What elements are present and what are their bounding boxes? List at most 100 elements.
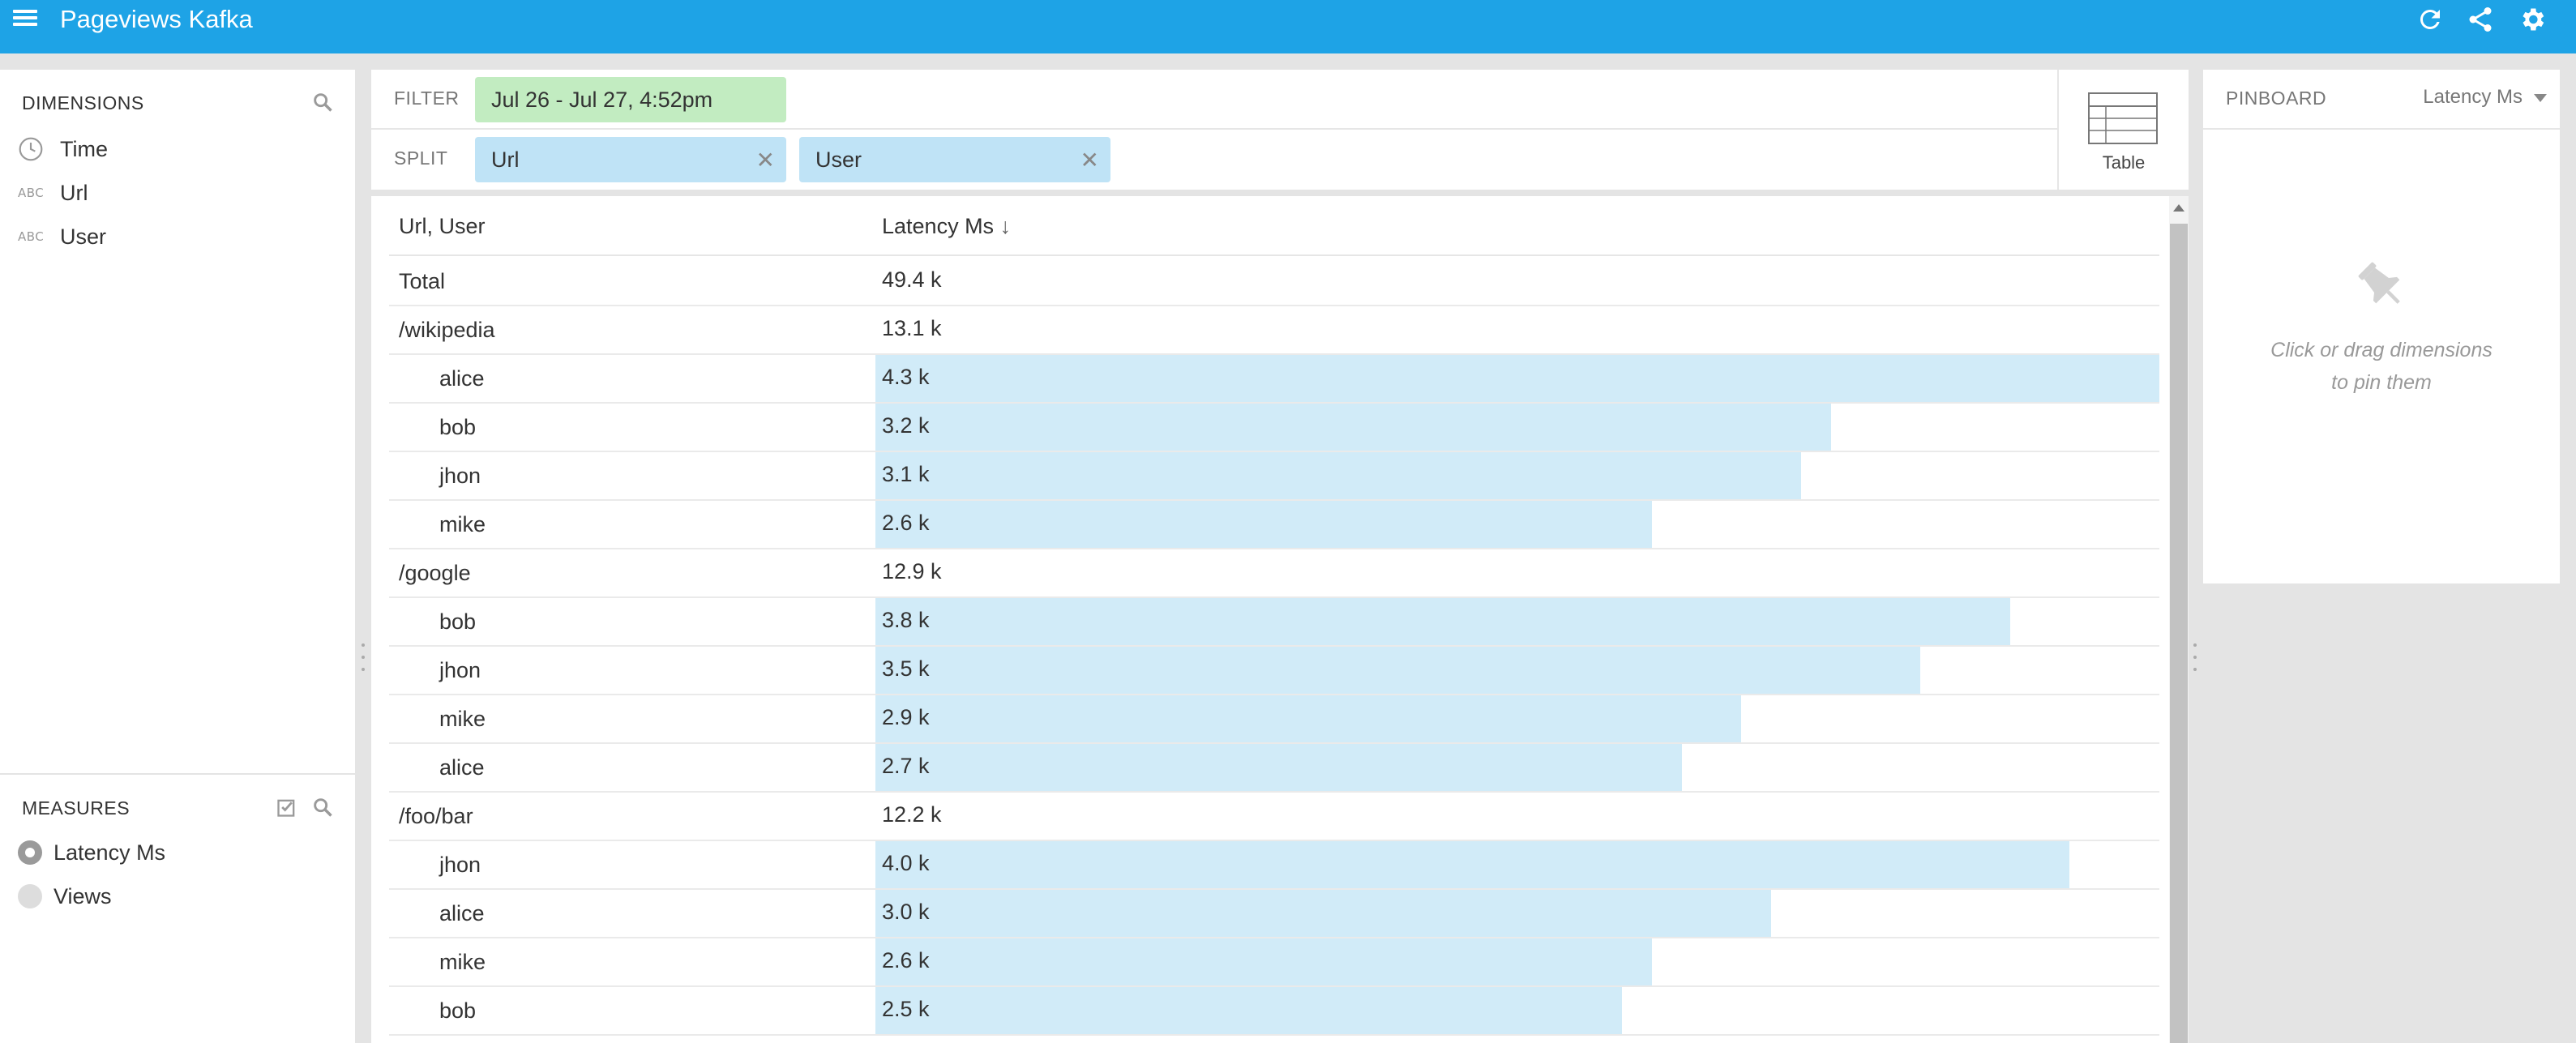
row-value: 12.2 k [882,802,942,827]
measures-panel: MEASURES Latency Ms Views [0,775,355,1043]
table-row[interactable]: mike 2.6 k [389,501,2159,549]
table-row-group[interactable]: /wikipedia 13.1 k [389,306,2159,355]
radio-selected-icon[interactable] [18,840,42,865]
row-label: mike [439,707,486,731]
clock-icon [18,135,52,164]
pin-icon [2358,262,2400,304]
dimension-item-user[interactable]: ABC User [18,219,106,254]
split-label: SPLIT [394,147,448,169]
filter-time-value: Jul 26 - Jul 27, 4:52pm [491,87,713,112]
dimension-item-url[interactable]: ABC Url [18,175,88,211]
value-bar [875,647,1920,694]
measure-item-latency-ms[interactable]: Latency Ms [18,835,165,870]
dimension-label: Time [60,136,108,161]
right-resize-handle[interactable] [2192,643,2198,671]
app-title: Pageviews Kafka [60,5,253,33]
pinboard-hint-line: Click or drag dimensions [2270,339,2493,361]
row-value: 2.6 k [882,511,930,535]
abc-glyph: ABC [18,186,45,200]
scroll-up-arrow-icon[interactable] [2173,204,2184,212]
left-resize-handle[interactable] [360,643,366,671]
radio-unselected-icon[interactable] [18,884,42,908]
row-label: jhon [439,658,481,682]
table-row[interactable]: mike 2.6 k [389,938,2159,987]
row-value: 3.0 k [882,900,930,924]
dimension-item-time[interactable]: Time [18,131,108,167]
value-bar [875,404,1831,451]
table-row[interactable]: bob 2.5 k [389,987,2159,1036]
dimensions-title: DIMENSIONS [22,92,144,113]
measure-item-views[interactable]: Views [18,878,112,914]
measure-label: Latency Ms [53,840,166,865]
row-value: 3.8 k [882,608,930,632]
hamburger-menu-icon[interactable] [13,8,37,28]
table-row[interactable]: alice 4.3 k [389,355,2159,404]
row-label: jhon [439,853,481,877]
table-row[interactable]: jhon 4.0 k [389,841,2159,890]
column-header-latency-ms[interactable]: Latency Ms ↓ [882,214,1011,239]
remove-split-user-close-icon[interactable]: ✕ [1080,147,1099,173]
table-row[interactable]: alice 3.0 k [389,890,2159,938]
row-label: /wikipedia [399,318,495,342]
dimension-label: Url [60,180,88,205]
dimension-label: User [60,224,107,249]
settings-icon[interactable] [2518,5,2547,34]
measure-search-icon[interactable] [311,796,334,819]
table-row-group[interactable]: /about11.2 k [389,1036,2159,1043]
table-scrollbar[interactable] [2169,196,2189,1043]
value-bar [875,890,1771,937]
row-value: 3.1 k [882,462,930,486]
row-label: alice [439,901,485,925]
filter-split-header: FILTER Jul 26 - Jul 27, 4:52pm SPLIT Url… [371,70,2189,190]
measure-label: Views [53,883,112,908]
row-label: bob [439,609,477,634]
row-label: bob [439,415,477,439]
row-value: 4.0 k [882,851,930,875]
abc-glyph: ABC [18,229,45,244]
measures-title: MEASURES [22,797,131,819]
header-divider [371,128,2057,130]
pinboard-title: PINBOARD [2226,88,2327,109]
visualization-selector[interactable]: Table [2057,70,2189,190]
pinboard-hint-line: to pin them [2331,371,2432,394]
data-table: Url, User Latency Ms ↓ Total 49.4 k/wikip… [371,196,2189,1043]
split-pill-user[interactable]: User ✕ [799,137,1110,182]
row-value: 4.3 k [882,365,930,389]
table-row[interactable]: bob 3.8 k [389,598,2159,647]
row-label: mike [439,950,486,974]
table-row[interactable]: jhon 3.1 k [389,452,2159,501]
split-pill-url[interactable]: Url ✕ [475,137,786,182]
table-row[interactable]: alice 2.7 k [389,744,2159,793]
table-row-group[interactable]: /foo/bar 12.2 k [389,793,2159,841]
chevron-down-icon[interactable] [2534,94,2547,102]
value-bar [875,695,1741,742]
row-value: 49.4 k [882,267,942,292]
refresh-icon[interactable] [2416,5,2445,34]
pinboard-hint: Click or drag dimensions to pin them [2236,334,2527,399]
row-value: 2.9 k [882,705,930,729]
filter-time-pill[interactable]: Jul 26 - Jul 27, 4:52pm [475,77,786,122]
row-value: 3.2 k [882,413,930,438]
share-icon[interactable] [2466,5,2495,34]
pinboard-measure-dropdown[interactable]: Latency Ms [2423,86,2523,109]
scrollbar-thumb[interactable] [2170,224,2188,1043]
table-row-group[interactable]: Total 49.4 k [389,258,2159,306]
column-header-label: Latency Ms [882,214,995,238]
pinboard-divider [2203,128,2560,130]
row-value: 13.1 k [882,316,942,340]
row-value: 12.9 k [882,559,942,583]
table-row[interactable]: mike 2.9 k [389,695,2159,744]
sort-desc-icon: ↓ [999,214,1012,238]
abc-icon: ABC [18,222,52,251]
table-row-group[interactable]: /google 12.9 k [389,549,2159,598]
table-viz-icon [2088,92,2158,144]
abc-icon: ABC [18,178,52,207]
table-header-row: Url, User Latency Ms ↓ [389,196,2159,256]
table-row[interactable]: jhon 3.5 k [389,647,2159,695]
dimension-search-icon[interactable] [311,91,334,113]
multi-select-icon[interactable] [276,796,298,819]
row-label: Total [399,269,446,293]
table-row[interactable]: bob 3.2 k [389,404,2159,452]
row-value: 2.7 k [882,754,930,778]
remove-split-url-close-icon[interactable]: ✕ [756,147,775,173]
